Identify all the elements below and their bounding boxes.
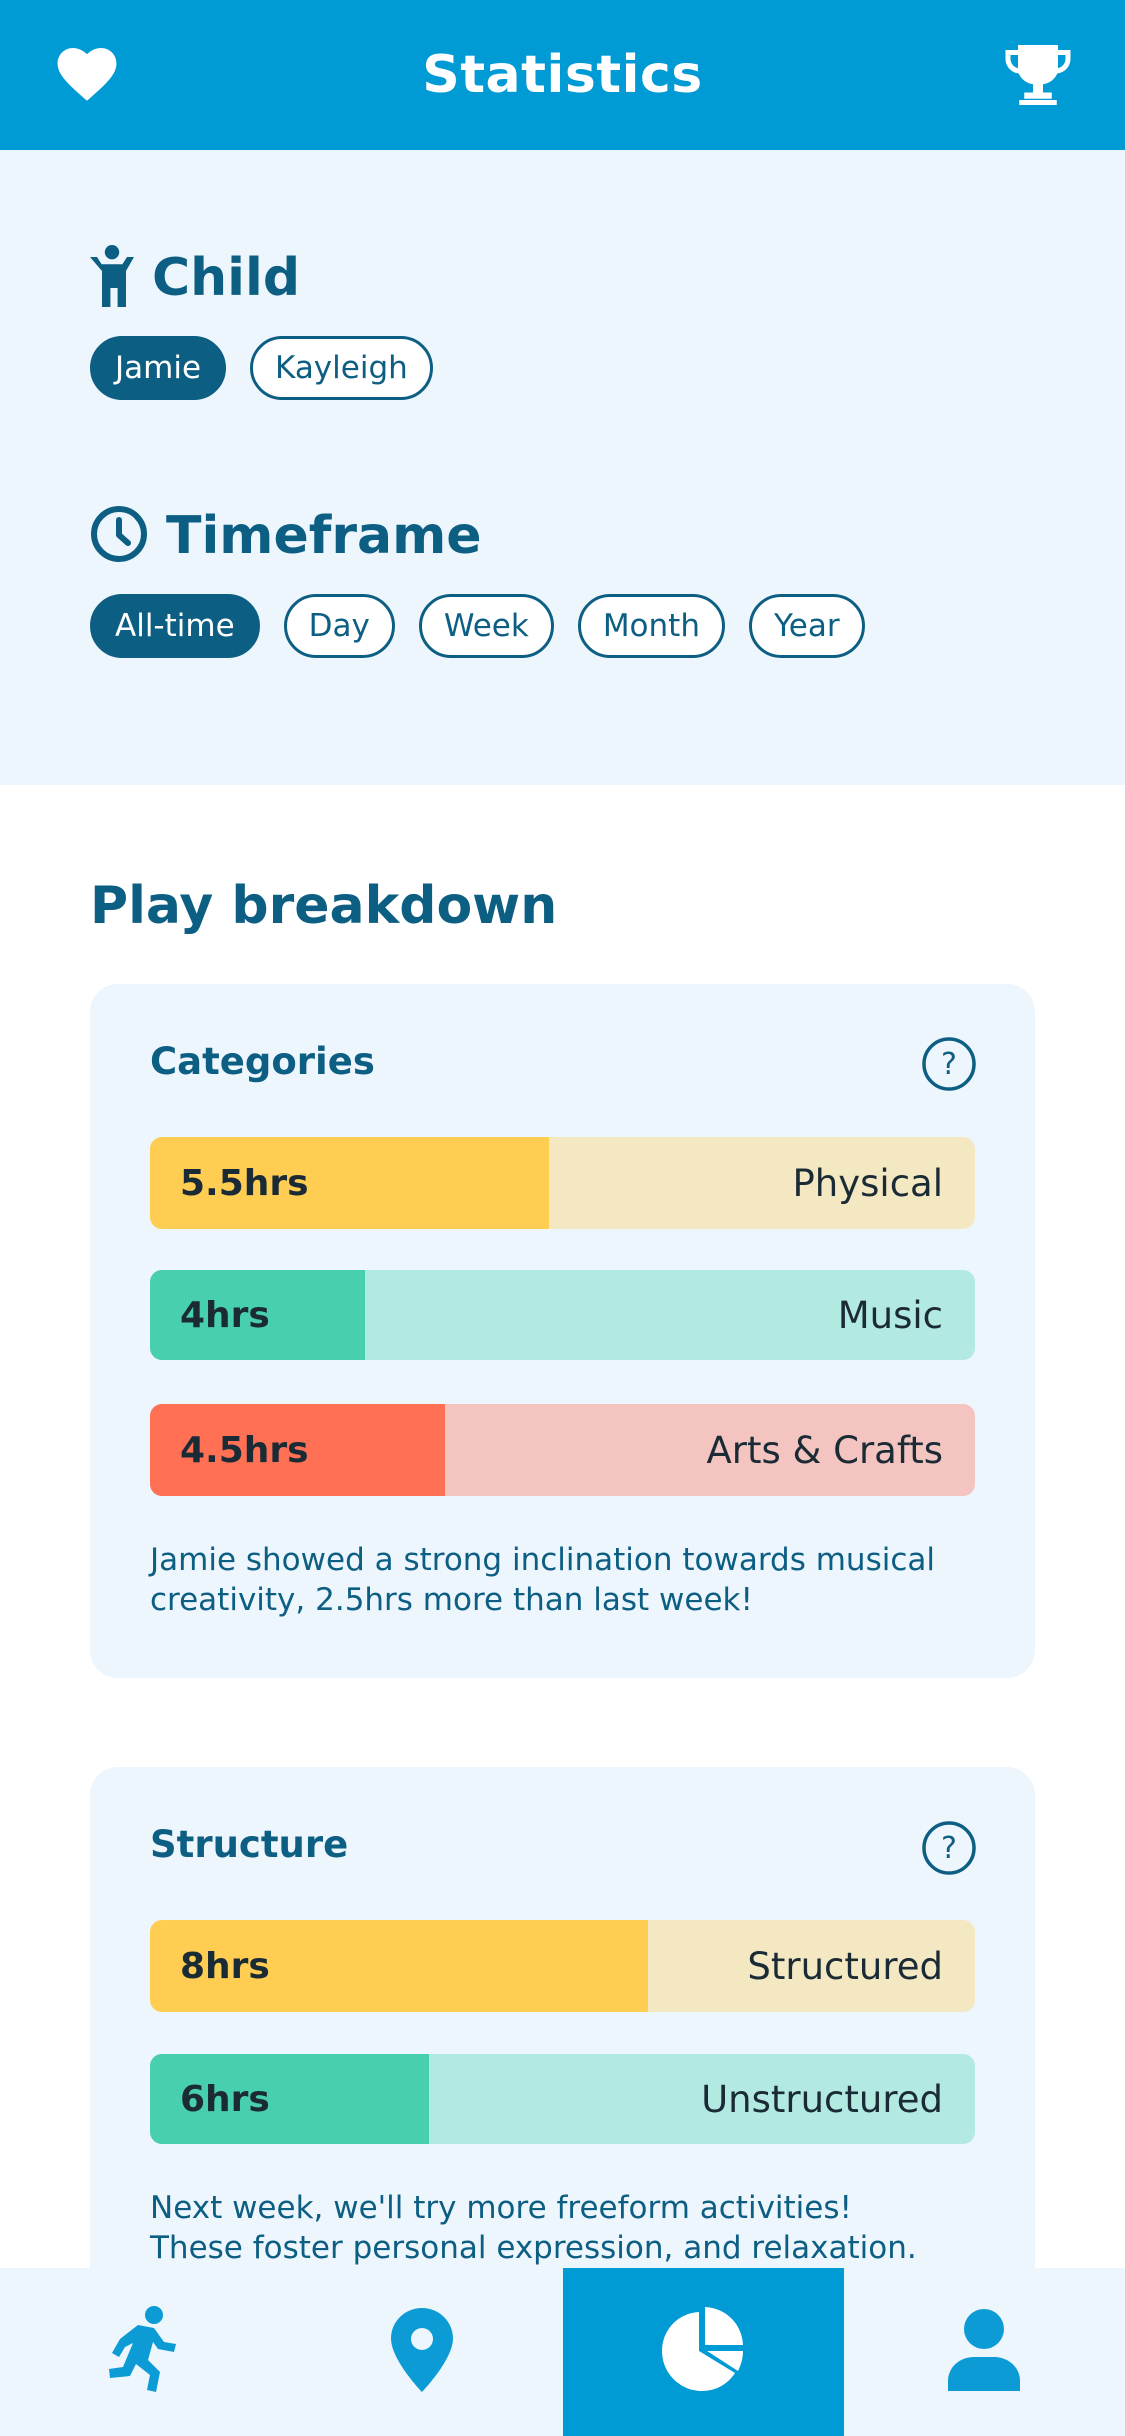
timeframe-chip-day[interactable]: Day: [283, 594, 395, 658]
category-bar-label: Music: [837, 1293, 943, 1337]
timeframe-chip-year[interactable]: Year: [748, 594, 865, 658]
help-icon[interactable]: ?: [921, 1820, 977, 1876]
structure-bar-label: Unstructured: [701, 2077, 943, 2121]
tab-map[interactable]: [281, 2268, 562, 2436]
timeframe-chip-week[interactable]: Week: [418, 594, 554, 658]
map-pin-icon: [390, 2308, 453, 2396]
child-chip-jamie[interactable]: Jamie: [90, 336, 227, 400]
heart-icon[interactable]: [52, 40, 122, 110]
tab-profile[interactable]: [844, 2268, 1125, 2436]
timeframe-chip-month[interactable]: Month: [577, 594, 725, 658]
structure-bar-label: Structured: [747, 1944, 943, 1988]
help-icon[interactable]: ?: [921, 1036, 977, 1092]
category-bar-value: 4.5hrs: [180, 1429, 309, 1471]
structure-title: Structure: [150, 1823, 349, 1866]
tab-statistics[interactable]: [562, 2268, 844, 2436]
child-heading: Child: [90, 245, 300, 311]
category-bar-label: Physical: [792, 1161, 943, 1205]
breakdown-title: Play breakdown: [90, 876, 558, 936]
category-bar-value: 4hrs: [180, 1294, 270, 1336]
structure-bar-value: 6hrs: [180, 2078, 270, 2120]
child-selector: Jamie Kayleigh: [90, 336, 433, 400]
svg-text:?: ?: [941, 1047, 957, 1082]
timeframe-chip-all-time[interactable]: All-time: [90, 594, 260, 658]
timeframe-selector: All-time Day Week Month Year: [90, 594, 865, 658]
page-title: Statistics: [422, 45, 703, 105]
structure-note-line: Next week, we'll try more freeform activ…: [150, 2190, 852, 2226]
user-icon: [948, 2309, 1021, 2395]
app-header: Statistics: [0, 0, 1125, 150]
timeframe-heading-label: Timeframe: [166, 506, 482, 566]
svg-text:?: ?: [941, 1831, 957, 1866]
bottom-tab-bar: [0, 2268, 1125, 2436]
timeframe-heading: Timeframe: [90, 505, 482, 567]
categories-note: Jamie showed a strong inclination toward…: [150, 1542, 935, 1618]
child-heading-label: Child: [152, 248, 301, 308]
category-bar-label: Arts & Crafts: [706, 1428, 943, 1472]
categories-card: Categories ? 5.5hrs Physical 4hrs Music …: [90, 984, 1035, 1678]
clock-icon: [90, 505, 148, 567]
structure-bar-unstructured: 6hrs Unstructured: [150, 2054, 975, 2144]
category-bar-arts-crafts: 4.5hrs Arts & Crafts: [150, 1404, 975, 1496]
child-icon: [90, 245, 134, 311]
filters-panel: Child Jamie Kayleigh Timeframe All-time …: [0, 150, 1125, 785]
category-bar-music: 4hrs Music: [150, 1270, 975, 1360]
structure-bar-structured: 8hrs Structured: [150, 1920, 975, 2012]
tab-activities[interactable]: [0, 2268, 281, 2436]
structure-card: Structure ? 8hrs Structured 6hrs Unstruc…: [90, 1767, 1035, 2327]
pie-chart-icon: [660, 2307, 746, 2397]
category-bar-physical: 5.5hrs Physical: [150, 1137, 975, 1229]
child-chip-kayleigh[interactable]: Kayleigh: [250, 336, 433, 400]
category-bar-value: 5.5hrs: [180, 1162, 309, 1204]
categories-title: Categories: [150, 1040, 375, 1083]
structure-note-line: These foster personal expression, and re…: [150, 2230, 917, 2266]
trophy-icon[interactable]: [1003, 40, 1073, 110]
structure-note: Next week, we'll try more freeform activ…: [150, 2188, 980, 2268]
structure-bar-value: 8hrs: [180, 1945, 270, 1987]
running-icon: [102, 2305, 180, 2399]
